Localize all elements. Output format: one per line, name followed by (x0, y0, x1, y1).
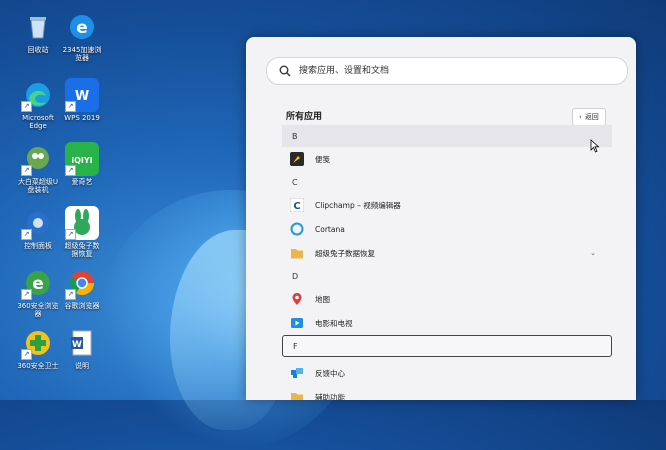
app-label: Clipchamp – 视频编辑器 (315, 200, 401, 210)
shortcut-arrow-icon: ↗ (21, 101, 32, 112)
letter-label: B (292, 131, 298, 141)
iqiyi-icon: iQIYI ↗ (65, 142, 99, 176)
letter-label: F (293, 341, 298, 351)
clipchamp-icon: C (290, 198, 304, 212)
all-apps-title: 所有应用 (286, 112, 323, 122)
svg-text:W: W (75, 89, 89, 104)
app-label: 辅助功能 (315, 392, 345, 401)
ie-browser-icon: e ↗ (21, 266, 55, 300)
folder-icon (290, 246, 304, 260)
wps-icon: W ↗ (65, 78, 99, 112)
movies-icon (290, 316, 304, 330)
shortcut-arrow-icon: ↗ (65, 165, 76, 176)
svg-text:e: e (76, 18, 88, 38)
search-box[interactable] (266, 57, 628, 85)
desktop-icon-label: 超级兔子数 据恢复 (64, 242, 100, 259)
desktop-icon-chrome[interactable]: ↗ 谷歌浏览器 (52, 266, 112, 310)
desktop-icon-label: 谷歌浏览器 (64, 302, 100, 310)
sticky-notes-icon (290, 152, 304, 166)
desktop-icon-word-doc[interactable]: W 说明 (52, 326, 112, 370)
letter-header-d[interactable]: D (282, 265, 612, 287)
chevron-down-icon[interactable]: ⌄ (590, 249, 596, 257)
desktop-icon-label: WPS 2019 (64, 114, 100, 122)
app-item-clipchamp[interactable]: C Clipchamp – 视频编辑器 (282, 193, 612, 217)
app-label: 地图 (315, 294, 330, 304)
all-apps-list: B 便笺 C C Clipchamp – 视频编辑器 Cortana 超级兔子数… (282, 125, 612, 400)
shortcut-arrow-icon: ↗ (21, 289, 32, 300)
shortcut-arrow-icon: ↗ (21, 349, 32, 360)
back-button[interactable]: ‹ 返回 (572, 108, 606, 126)
folder-icon (290, 390, 304, 400)
app-item-movies-tv[interactable]: 电影和电视 (282, 311, 612, 335)
search-input[interactable] (297, 65, 601, 77)
svg-text:iQIYI: iQIYI (71, 156, 92, 165)
back-button-label: 返回 (584, 113, 599, 121)
shortcut-arrow-icon: ↗ (65, 101, 76, 112)
mouse-cursor-icon (590, 139, 600, 153)
svg-text:W: W (72, 340, 82, 350)
chevron-left-icon: ‹ (579, 113, 582, 121)
desktop-icon-label: 爱奇艺 (71, 178, 93, 186)
start-menu: 所有应用 ‹ 返回 B 便笺 C C Clipchamp – 视频编辑器 C (246, 37, 636, 400)
desktop-icon-rabbit-recovery[interactable]: ↗ 超级兔子数 据恢复 (52, 206, 112, 259)
app-label: 超级兔子数据恢复 (315, 248, 375, 258)
letter-header-f[interactable]: F (282, 335, 612, 357)
recycle-bin-icon (21, 10, 55, 44)
edge-icon: ↗ (21, 78, 55, 112)
chrome-icon: ↗ (65, 266, 99, 300)
svg-text:C: C (293, 201, 300, 212)
maps-icon (290, 292, 304, 306)
app-folder-rabbit-recovery[interactable]: 超级兔子数据恢复 ⌄ (282, 241, 612, 265)
shortcut-arrow-icon: ↗ (65, 289, 76, 300)
rabbit-icon: ↗ (65, 206, 99, 240)
shortcut-arrow-icon: ↗ (65, 229, 76, 240)
desktop-icon-wps[interactable]: W ↗ WPS 2019 (52, 78, 112, 122)
app-item-cortana[interactable]: Cortana (282, 217, 612, 241)
app-label: 电影和电视 (315, 318, 353, 328)
desktop-icon-label: 说明 (75, 362, 89, 370)
app-item-sticky-notes[interactable]: 便笺 (282, 147, 612, 171)
cortana-icon (290, 222, 304, 236)
shortcut-arrow-icon: ↗ (21, 165, 32, 176)
letter-header-b[interactable]: B (282, 125, 612, 147)
app-folder-accessibility[interactable]: 辅助功能 (282, 385, 612, 400)
ie-browser-icon: e (65, 10, 99, 44)
app-label: 反馈中心 (315, 368, 345, 378)
desktop-icon-iqiyi[interactable]: iQIYI ↗ 爱奇艺 (52, 142, 112, 186)
plus-shield-icon: ↗ (21, 326, 55, 360)
svg-text:e: e (32, 274, 44, 294)
app-label: Cortana (315, 224, 345, 234)
feedback-icon (290, 366, 304, 380)
search-icon (279, 65, 291, 77)
word-document-icon: W (65, 326, 99, 360)
desktop-icon-2345-browser[interactable]: e 2345加速浏 览器 (52, 10, 112, 63)
cabbage-icon: ↗ (21, 142, 55, 176)
letter-label: C (292, 177, 298, 187)
letter-label: D (292, 271, 299, 281)
app-item-feedback-hub[interactable]: 反馈中心 (282, 361, 612, 385)
letter-header-c[interactable]: C (282, 171, 612, 193)
desktop-icon-label: 2345加速浏 览器 (62, 46, 102, 63)
app-label: 便笺 (315, 154, 330, 164)
shortcut-arrow-icon: ↗ (21, 229, 32, 240)
app-item-maps[interactable]: 地图 (282, 287, 612, 311)
control-panel-icon: ↗ (21, 206, 55, 240)
